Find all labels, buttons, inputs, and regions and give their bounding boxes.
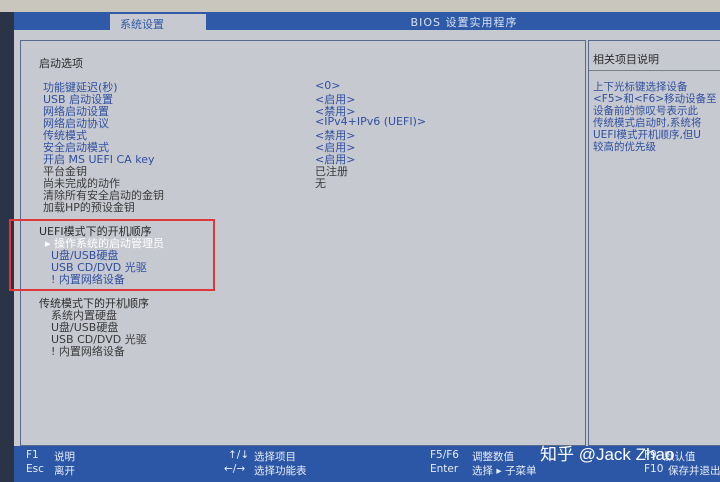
app-title: BIOS 设置实用程序	[410, 16, 518, 29]
help-line: 较高的优先级	[593, 141, 656, 153]
key-left-right-desc: 选择功能表	[254, 465, 307, 477]
key-enter: Enter	[430, 463, 459, 475]
key-f1-desc: 说明	[54, 451, 75, 463]
key-f5-f6-desc: 调整数值	[472, 451, 514, 463]
setting-load-hp-default-keys[interactable]: 加载HP的预设金钥	[43, 199, 135, 215]
key-f10-desc: 保存并退出	[668, 465, 720, 477]
key-esc-desc: 离开	[54, 465, 75, 477]
legacy-boot-item-internal-network[interactable]: ! 内置网络设备	[51, 343, 125, 359]
header-bar: 系统设置 BIOS 设置实用程序	[14, 12, 720, 31]
help-panel: 相关项目说明 上下光标键选择设备 <F5>和<F6>移动设备至 设备前的惊叹号表…	[588, 40, 720, 446]
key-f5-f6: F5/F6	[430, 449, 459, 461]
main-panel: 启动选项 功能键延迟(秒) <0> USB 启动设置 <启用> 网络启动设置 <…	[9, 40, 586, 446]
key-up-down: ↑/↓	[228, 449, 250, 461]
help-divider	[589, 70, 720, 71]
monitor-bezel	[0, 0, 720, 12]
setting-value-pending-action: 无	[315, 177, 326, 190]
key-esc: Esc	[26, 463, 44, 475]
key-up-down-desc: 选择项目	[254, 451, 296, 463]
watermark-text: 知乎 @Jack Zhao	[540, 445, 675, 464]
tab-system-settings[interactable]: 系统设置	[110, 14, 206, 31]
help-title: 相关项目说明	[593, 53, 659, 66]
key-left-right: ←/→	[224, 463, 246, 475]
bios-screen: 系统设置 BIOS 设置实用程序 启动选项 功能键延迟(秒) <0> USB 启…	[9, 12, 720, 482]
highlight-annotation-box	[9, 219, 215, 291]
key-f1: F1	[26, 449, 39, 461]
key-enter-desc: 选择 ▸ 子菜单	[472, 465, 537, 477]
section-title: 启动选项	[39, 57, 83, 70]
